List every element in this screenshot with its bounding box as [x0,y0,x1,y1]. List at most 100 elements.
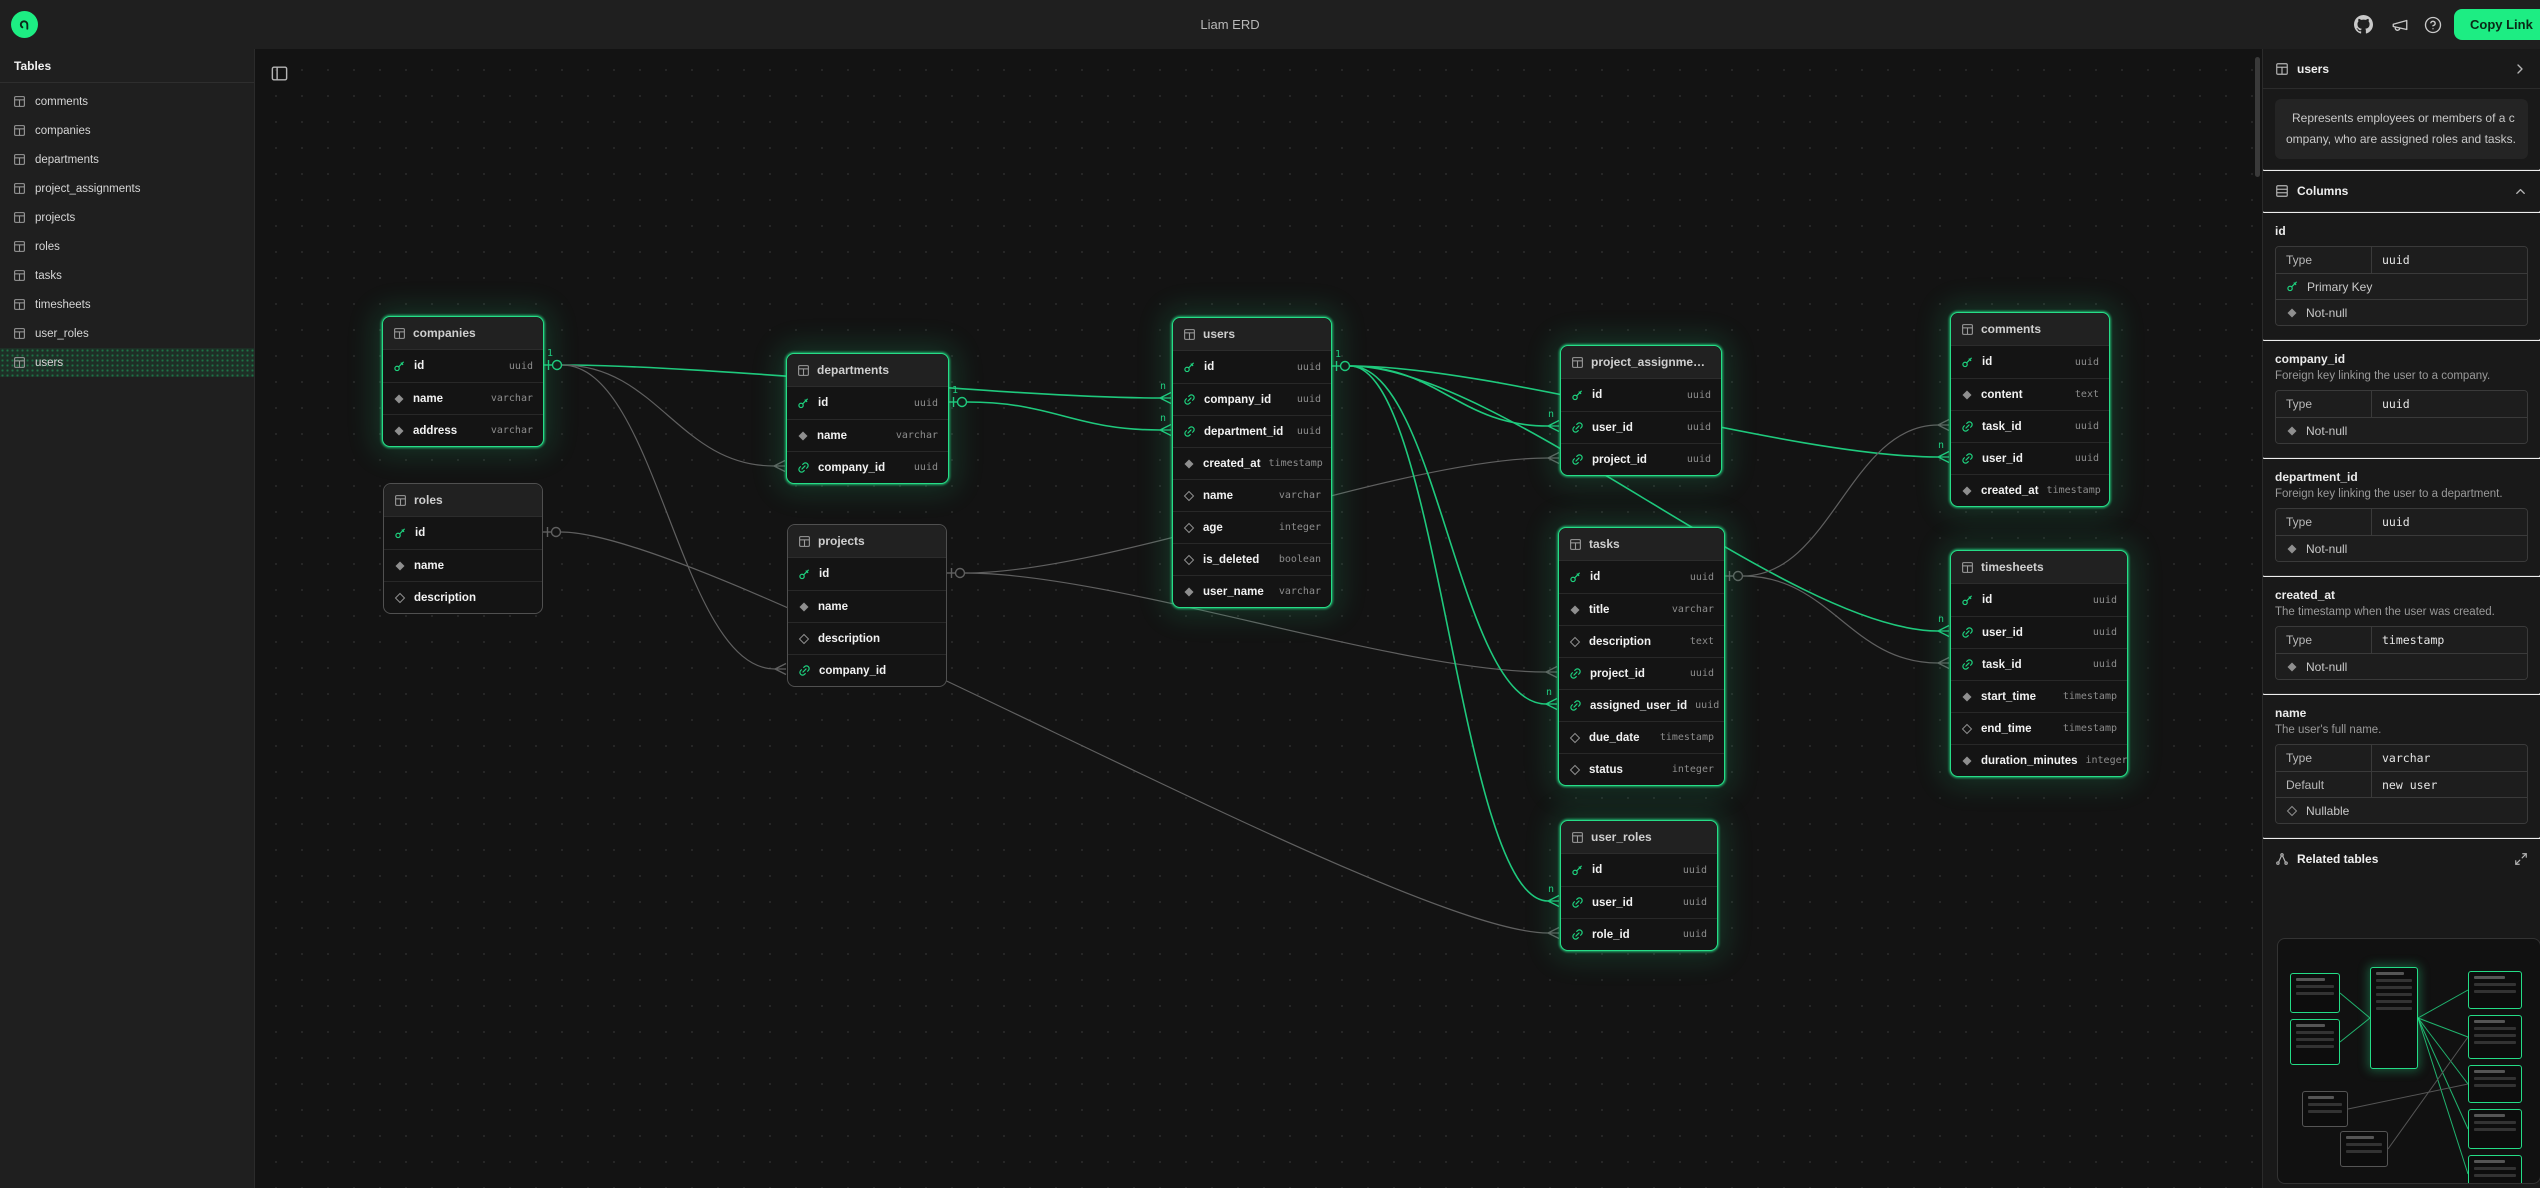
erd-column-tasks-description[interactable]: descriptiontext [1559,625,1724,657]
sidebar-item-timesheets[interactable]: timesheets [0,290,254,319]
canvas-scrollbar[interactable] [2255,57,2260,177]
erd-column-tasks-title[interactable]: titlevarchar [1559,593,1724,625]
erd-column-user_roles-user_id[interactable]: user_iduuid [1561,886,1717,918]
related-tables-header[interactable]: Related tables [2263,839,2540,879]
sidebar-item-comments[interactable]: comments [0,87,254,116]
erd-column-companies-name[interactable]: namevarchar [383,382,543,414]
minimap-node-projects[interactable] [2340,1131,2388,1167]
sidebar-item-departments[interactable]: departments [0,145,254,174]
erd-column-projects-name[interactable]: name [788,590,946,622]
erd-column-users-department_id[interactable]: department_iduuid [1173,415,1331,447]
erd-column-roles-name[interactable]: name [384,549,542,581]
erd-column-project_assignments-id[interactable]: iduuid [1561,379,1721,411]
expand-icon[interactable] [2514,852,2528,866]
erd-column-comments-created_at[interactable]: created_attimestamp [1951,474,2109,506]
erd-table-comments[interactable]: commentsiduuidcontenttexttask_iduuiduser… [1950,312,2110,507]
erd-table-user_roles[interactable]: user_rolesiduuiduser_iduuidrole_iduuid [1560,820,1718,951]
erd-column-tasks-project_id[interactable]: project_iduuid [1559,657,1724,689]
erd-table-header[interactable]: user_roles [1561,821,1717,854]
minimap-node-timesheets[interactable] [2468,1155,2522,1184]
sidebar-toggle-icon[interactable] [269,63,289,83]
erd-column-tasks-assigned_user_id[interactable]: assigned_user_iduuid [1559,689,1724,721]
erd-column-departments-id[interactable]: iduuid [787,387,948,419]
minimap-node-tasks[interactable] [2468,1015,2522,1059]
erd-column-comments-task_id[interactable]: task_iduuid [1951,410,2109,442]
erd-column-users-id[interactable]: iduuid [1173,351,1331,383]
erd-column-companies-address[interactable]: addressvarchar [383,414,543,446]
erd-table-header[interactable]: timesheets [1951,551,2127,584]
minimap-node-comments[interactable] [2468,1109,2522,1149]
erd-column-tasks-due_date[interactable]: due_datetimestamp [1559,721,1724,753]
erd-column-users-company_id[interactable]: company_iduuid [1173,383,1331,415]
panel-close-icon[interactable] [2512,61,2528,77]
github-icon[interactable] [2354,15,2373,34]
erd-table-projects[interactable]: projects idnamedescriptioncompany_id [787,524,947,687]
erd-column-projects-company_id[interactable]: company_id [788,654,946,686]
minimap-node-departments[interactable] [2290,1019,2340,1065]
erd-column-timesheets-end_time[interactable]: end_timetimestamp [1951,712,2127,744]
minimap-node-companies[interactable] [2290,973,2340,1013]
sidebar-item-users[interactable]: users [0,348,254,377]
erd-table-header[interactable]: comments [1951,313,2109,346]
liam-logo-icon[interactable] [11,11,38,38]
minimap-node-users[interactable] [2370,967,2418,1069]
copy-link-button[interactable]: Copy Link [2454,9,2540,40]
erd-column-projects-id[interactable]: id [788,558,946,590]
erd-column-timesheets-start_time[interactable]: start_timetimestamp [1951,680,2127,712]
erd-column-timesheets-user_id[interactable]: user_iduuid [1951,616,2127,648]
erd-table-header[interactable]: users [1173,318,1331,351]
sidebar-item-companies[interactable]: companies [0,116,254,145]
erd-column-roles-id[interactable]: id [384,517,542,549]
erd-table-roles[interactable]: rolesidnamedescription [383,483,543,614]
erd-table-header[interactable]: departments [787,354,948,387]
erd-table-companies[interactable]: companiesiduuidnamevarcharaddressvarchar [382,316,544,447]
erd-column-users-age[interactable]: ageinteger [1173,511,1331,543]
erd-column-timesheets-id[interactable]: iduuid [1951,584,2127,616]
related-tables-minimap[interactable] [2277,938,2540,1184]
erd-table-header[interactable]: tasks [1559,528,1724,561]
erd-table-header[interactable]: roles [384,484,542,517]
erd-column-users-user_name[interactable]: user_namevarchar [1173,575,1331,607]
erd-column-users-created_at[interactable]: created_attimestamp [1173,447,1331,479]
erd-column-companies-id[interactable]: iduuid [383,350,543,382]
erd-column-timesheets-task_id[interactable]: task_iduuid [1951,648,2127,680]
columns-section-header[interactable]: Columns [2263,171,2540,211]
erd-column-comments-id[interactable]: iduuid [1951,346,2109,378]
erd-table-departments[interactable]: departmentsiduuidnamevarcharcompany_iduu… [786,353,949,484]
sidebar-item-tasks[interactable]: tasks [0,261,254,290]
minimap-node-project_assignments[interactable] [2468,971,2522,1009]
sidebar-item-project_assignments[interactable]: project_assignments [0,174,254,203]
erd-column-comments-user_id[interactable]: user_iduuid [1951,442,2109,474]
erd-table-users[interactable]: usersiduuidcompany_iduuiddepartment_iduu… [1172,317,1332,608]
sidebar-item-roles[interactable]: roles [0,232,254,261]
minimap-node-user_roles[interactable] [2468,1065,2522,1103]
erd-column-project_assignments-user_id[interactable]: user_iduuid [1561,411,1721,443]
chevron-up-icon[interactable] [2513,184,2528,199]
erd-column-tasks-status[interactable]: statusinteger [1559,753,1724,785]
erd-table-header[interactable]: project_assignments [1561,346,1721,379]
megaphone-icon[interactable] [2390,15,2409,34]
help-icon[interactable] [2423,15,2442,34]
erd-table-timesheets[interactable]: timesheetsiduuiduser_iduuidtask_iduuidst… [1950,550,2128,777]
erd-column-user_roles-role_id[interactable]: role_iduuid [1561,918,1717,950]
sidebar-item-projects[interactable]: projects [0,203,254,232]
erd-column-comments-content[interactable]: contenttext [1951,378,2109,410]
erd-column-roles-description[interactable]: description [384,581,542,613]
erd-column-users-name[interactable]: namevarchar [1173,479,1331,511]
erd-column-project_assignments-project_id[interactable]: project_iduuid [1561,443,1721,475]
erd-column-tasks-id[interactable]: iduuid [1559,561,1724,593]
erd-table-header[interactable]: projects [788,525,946,558]
erd-canvas[interactable]: nnnnnnn111 companiesiduuidnamevarcharadd… [255,49,2262,1188]
erd-column-departments-company_id[interactable]: company_iduuid [787,451,948,483]
sidebar-item-user_roles[interactable]: user_roles [0,319,254,348]
erd-table-project_assignments[interactable]: project_assignmentsiduuiduser_iduuidproj… [1560,345,1722,476]
erd-column-projects-description[interactable]: description [788,622,946,654]
erd-table-header[interactable]: companies [383,317,543,350]
erd-column-departments-name[interactable]: namevarchar [787,419,948,451]
erd-column-timesheets-duration_minutes[interactable]: duration_minutesinteger [1951,744,2127,776]
erd-column-user_roles-id[interactable]: iduuid [1561,854,1717,886]
erd-column-users-is_deleted[interactable]: is_deletedboolean [1173,543,1331,575]
minimap-node-roles[interactable] [2302,1091,2348,1127]
erd-table-title: projects [818,534,936,548]
erd-table-tasks[interactable]: tasksiduuidtitlevarchardescriptiontextpr… [1558,527,1725,786]
